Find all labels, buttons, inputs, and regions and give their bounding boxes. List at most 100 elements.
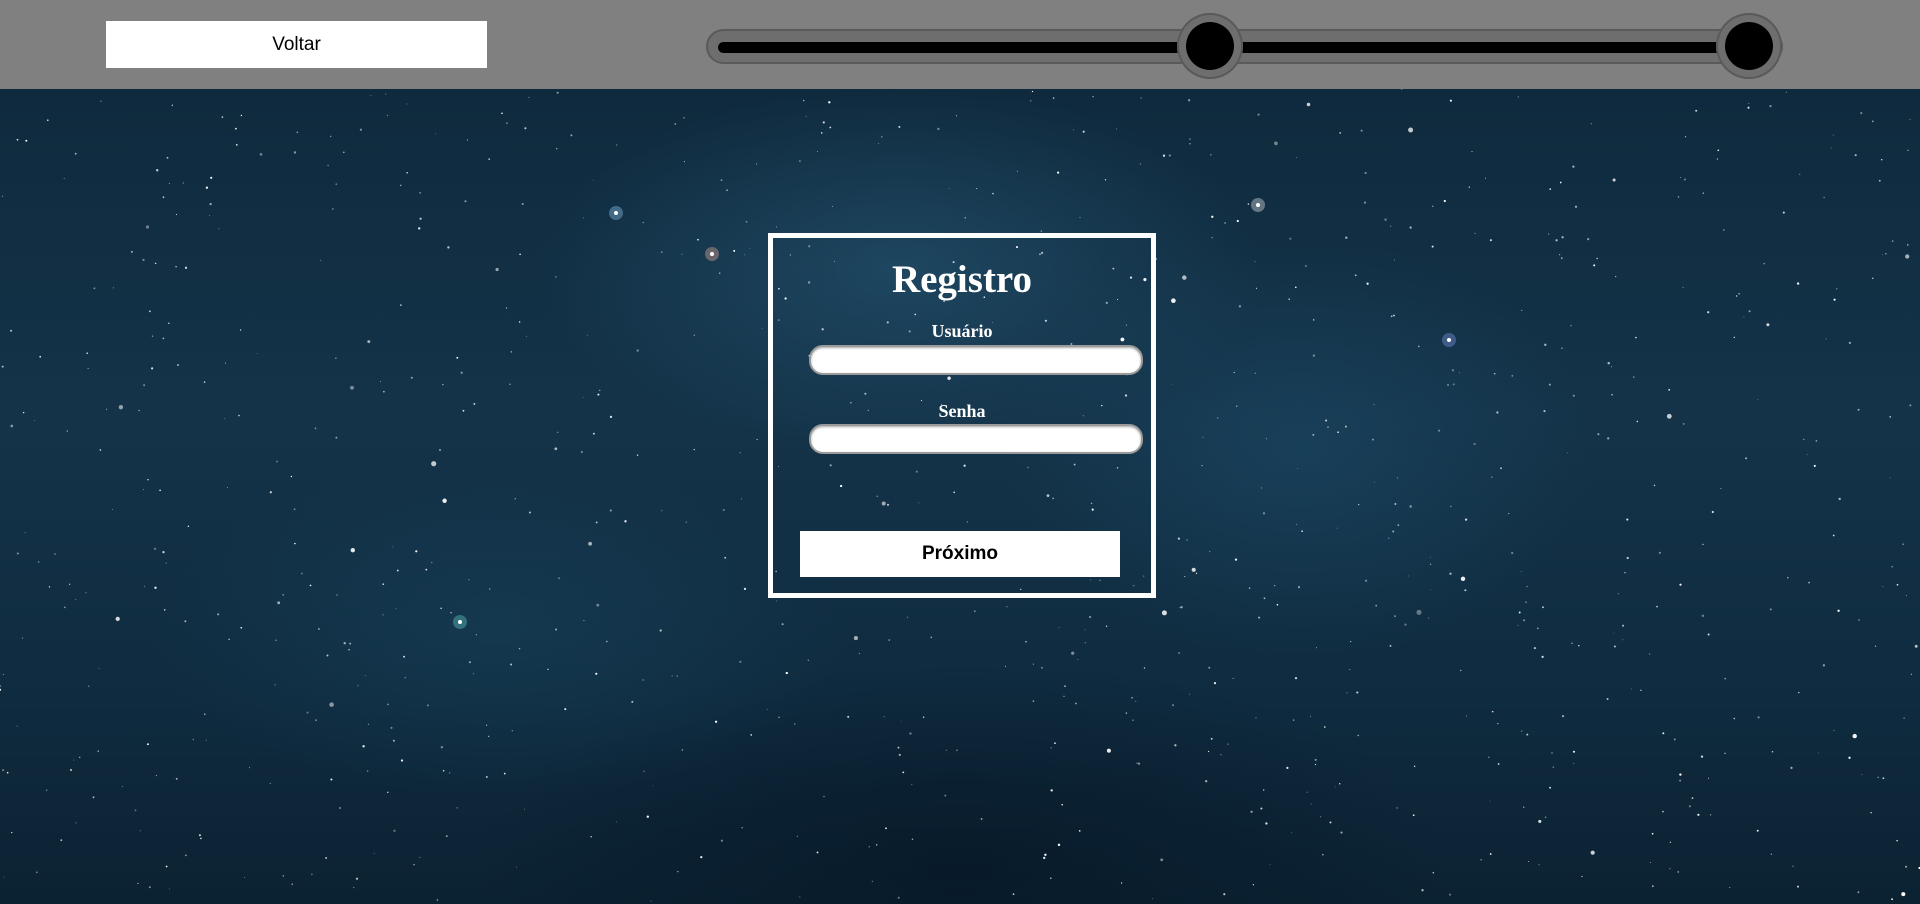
star	[661, 510, 663, 512]
star	[642, 679, 644, 681]
star	[366, 770, 369, 772]
star	[387, 114, 389, 116]
star	[383, 390, 385, 393]
star	[1902, 543, 1905, 546]
glow-star-core	[1256, 203, 1260, 207]
star	[373, 852, 375, 854]
star	[486, 724, 488, 726]
star	[1004, 665, 1006, 667]
star	[945, 749, 947, 751]
star	[367, 340, 371, 344]
star	[1622, 639, 1624, 641]
star	[1736, 295, 1738, 297]
star	[1413, 765, 1416, 768]
star	[1265, 822, 1268, 825]
star	[1797, 885, 1799, 888]
password-input[interactable]	[809, 424, 1143, 454]
star	[1430, 589, 1432, 591]
star	[883, 716, 885, 718]
star	[350, 548, 355, 553]
star	[406, 103, 408, 105]
star	[1909, 119, 1911, 120]
star	[1031, 90, 1034, 93]
star	[1040, 230, 1043, 232]
star	[1785, 91, 1787, 93]
star	[400, 759, 404, 762]
star	[1573, 763, 1575, 765]
star	[489, 588, 491, 590]
star	[1763, 263, 1765, 265]
star	[593, 179, 594, 181]
star	[1566, 452, 1568, 454]
star	[290, 475, 293, 478]
star	[143, 384, 146, 387]
star	[1120, 882, 1123, 884]
star	[1397, 524, 1400, 526]
star	[75, 822, 77, 824]
star	[1813, 464, 1816, 467]
star	[781, 623, 784, 626]
star	[1649, 861, 1652, 864]
star	[832, 205, 834, 207]
star	[1334, 786, 1336, 788]
next-button[interactable]: Próximo	[800, 531, 1120, 577]
star	[847, 715, 850, 718]
star	[1538, 819, 1542, 823]
star	[524, 127, 527, 130]
star	[1640, 689, 1642, 691]
star	[761, 328, 763, 329]
star	[1896, 839, 1898, 842]
star	[1224, 221, 1227, 224]
star	[1679, 177, 1681, 178]
star	[1265, 438, 1267, 440]
star	[343, 642, 346, 645]
star	[515, 866, 517, 868]
star	[1464, 589, 1467, 592]
star	[1006, 606, 1008, 608]
star	[1852, 733, 1857, 739]
star	[142, 258, 145, 262]
star	[1346, 692, 1348, 694]
star	[1393, 259, 1395, 261]
star	[244, 876, 246, 878]
star	[362, 745, 365, 748]
progress-step-marker-2[interactable]	[1186, 22, 1234, 70]
star	[165, 562, 167, 564]
star	[1538, 864, 1540, 866]
star	[1711, 510, 1714, 514]
star	[973, 610, 976, 613]
star	[1871, 277, 1874, 280]
star	[259, 153, 263, 156]
star	[1471, 151, 1473, 152]
star	[205, 186, 209, 189]
star	[440, 607, 442, 610]
star	[1489, 853, 1492, 855]
star	[224, 417, 226, 419]
star	[1551, 752, 1553, 754]
star	[418, 227, 421, 230]
star	[1790, 766, 1793, 770]
star	[1891, 240, 1894, 242]
star	[1907, 244, 1909, 246]
star	[881, 136, 883, 138]
star	[75, 599, 77, 601]
star	[1384, 218, 1387, 221]
star	[154, 262, 157, 265]
star	[1301, 530, 1303, 532]
back-button[interactable]: Voltar	[106, 21, 487, 68]
star	[387, 791, 389, 794]
star	[816, 851, 819, 854]
star	[1796, 282, 1800, 285]
star	[1029, 99, 1032, 102]
star	[426, 704, 429, 707]
username-input[interactable]	[809, 345, 1143, 375]
star	[1171, 704, 1175, 707]
star	[506, 307, 508, 309]
star	[1874, 645, 1877, 647]
star	[1497, 763, 1500, 765]
star	[335, 436, 338, 439]
star	[228, 638, 230, 640]
star	[558, 577, 561, 580]
progress-step-marker-3[interactable]	[1725, 22, 1773, 70]
star	[775, 226, 778, 228]
